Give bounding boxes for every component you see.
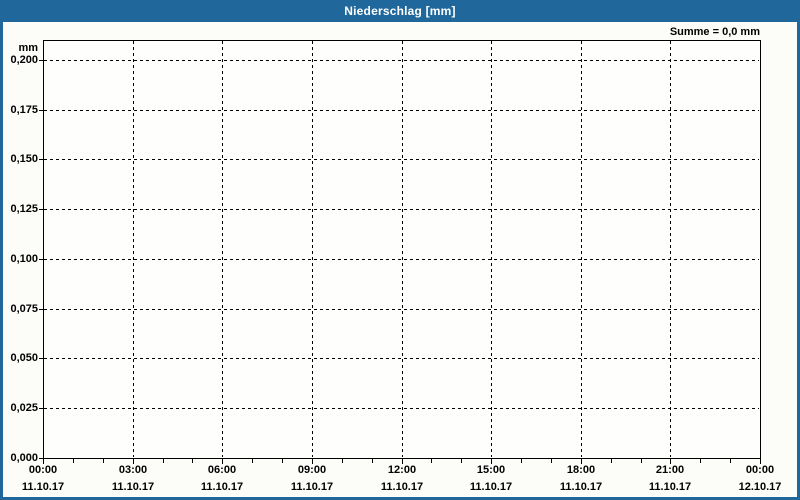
x-date-label: 11.10.17	[559, 481, 603, 493]
y-tick-label: 0,175	[10, 104, 38, 116]
x-time-label: 03:00	[118, 464, 148, 476]
y-axis-tick	[39, 60, 43, 61]
x-axis-minor-tick	[252, 459, 253, 463]
x-gridline	[670, 41, 671, 457]
y-tick-label: 0,075	[10, 303, 38, 315]
x-axis-minor-tick	[461, 459, 462, 463]
x-axis-minor-tick	[611, 459, 612, 463]
x-axis-minor-tick	[103, 459, 104, 463]
y-tick-label: 0,150	[10, 153, 38, 165]
y-axis-tick	[39, 309, 43, 310]
y-tick-label: 0,050	[10, 352, 38, 364]
x-axis-minor-tick	[641, 459, 642, 463]
y-tick-label: 0,100	[10, 253, 38, 265]
window-title: Niederschlag [mm]	[344, 4, 456, 18]
y-axis-tick	[39, 159, 43, 160]
chart-window: Niederschlag [mm] Summe = 0,0 mm mm 0,00…	[0, 0, 800, 500]
x-date-label: 11.10.17	[111, 481, 155, 493]
y-tick-label: 0,000	[10, 452, 38, 464]
y-axis-unit-label: mm	[18, 42, 38, 54]
y-tick-label: 0,025	[10, 402, 38, 414]
x-axis-minor-tick	[551, 459, 552, 463]
x-time-label: 21:00	[655, 464, 685, 476]
x-axis-minor-tick	[431, 459, 432, 463]
x-date-label: 11.10.17	[21, 481, 65, 493]
x-axis-minor-tick	[730, 459, 731, 463]
y-tick-label: 0,125	[10, 203, 38, 215]
x-date-label: 11.10.17	[648, 481, 692, 493]
x-time-label: 09:00	[297, 464, 327, 476]
x-date-label: 11.10.17	[200, 481, 244, 493]
y-axis-tick	[39, 259, 43, 260]
x-axis-minor-tick	[521, 459, 522, 463]
x-axis-minor-tick	[282, 459, 283, 463]
y-axis-tick	[39, 408, 43, 409]
y-axis-tick	[39, 358, 43, 359]
x-axis-minor-tick	[372, 459, 373, 463]
x-axis-minor-tick	[163, 459, 164, 463]
x-axis-minor-tick	[73, 459, 74, 463]
x-axis-minor-tick	[192, 459, 193, 463]
x-gridline	[402, 41, 403, 457]
x-time-label: 12:00	[387, 464, 417, 476]
x-gridline	[133, 41, 134, 457]
x-axis-minor-tick	[342, 459, 343, 463]
x-date-label: 12.10.17	[738, 481, 782, 493]
x-date-label: 11.10.17	[469, 481, 513, 493]
y-axis-tick	[39, 209, 43, 210]
y-tick-label: 0,200	[10, 54, 38, 66]
x-gridline	[312, 41, 313, 457]
x-date-label: 11.10.17	[290, 481, 334, 493]
x-axis-minor-tick	[700, 459, 701, 463]
y-axis-tick	[39, 110, 43, 111]
x-time-label: 18:00	[566, 464, 596, 476]
window-title-bar: Niederschlag [mm]	[0, 0, 800, 22]
x-gridline	[491, 41, 492, 457]
x-time-label: 00:00	[745, 464, 775, 476]
x-time-label: 06:00	[207, 464, 237, 476]
x-time-label: 15:00	[476, 464, 506, 476]
x-gridline	[222, 41, 223, 457]
x-gridline	[581, 41, 582, 457]
sum-annotation: Summe = 0,0 mm	[669, 26, 760, 38]
x-time-label: 00:00	[28, 464, 58, 476]
x-date-label: 11.10.17	[380, 481, 424, 493]
